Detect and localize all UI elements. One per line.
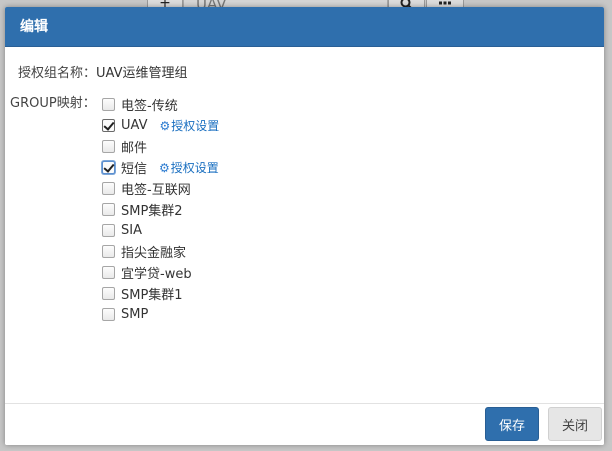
checkbox-label: SIA (121, 223, 142, 238)
dialog-title: 编辑 (5, 7, 604, 47)
close-button[interactable]: 关闭 (548, 407, 602, 441)
group-checkbox-item[interactable]: SMP集群1 (102, 283, 219, 304)
checkbox-label: 邮件 (121, 141, 148, 156)
checkbox[interactable] (102, 245, 115, 258)
group-checkbox-item[interactable]: 短信 ⚙ 授权设置 (102, 157, 219, 178)
group-name-label: 授权组名称： (18, 66, 97, 81)
checkbox[interactable] (102, 119, 115, 132)
gear-icon: ⚙ (159, 160, 170, 175)
checkbox[interactable] (102, 140, 115, 153)
checkbox-label: 电签-传统 (121, 99, 178, 114)
group-checkbox-item[interactable]: SMP集群2 (102, 199, 219, 220)
group-checkbox-item[interactable]: SMP (102, 304, 219, 325)
gear-icon: ⚙ (159, 118, 171, 133)
dialog-body: 授权组名称：UAV运维管理组 GROUP映射： 电签-传统 UAV ⚙ 授权设置 邮件短… (5, 47, 604, 403)
auth-settings-label: 授权设置 (171, 119, 220, 133)
checkbox-label: 宜学贷-web (121, 267, 192, 282)
edit-dialog: 编辑 授权组名称：UAV运维管理组 GROUP映射： 电签-传统 UAV ⚙ 授权设置… (5, 7, 604, 445)
auth-settings-link[interactable]: ⚙ 授权设置 (159, 117, 219, 134)
auth-settings-link[interactable]: ⚙ 授权设置 (159, 159, 219, 176)
checkbox[interactable] (102, 266, 115, 279)
checkbox-label: UAV (121, 118, 148, 133)
checkbox[interactable] (102, 308, 115, 321)
group-checkbox-item[interactable]: 电签-互联网 (102, 178, 219, 199)
group-checklist: 电签-传统 UAV ⚙ 授权设置 邮件 短信 ⚙ 授权设置 电签-互联网 SMP集群2 SIA 指尖金… (102, 94, 219, 325)
checkbox-label: SMP集群1 (121, 288, 183, 303)
checkbox[interactable] (102, 203, 115, 216)
group-checkbox-item[interactable]: 指尖金融家 (102, 241, 219, 262)
checkbox-label: 指尖金融家 (121, 246, 187, 261)
group-mapping-label: GROUP映射： (10, 96, 96, 111)
checkbox[interactable] (102, 224, 115, 237)
checkbox-label: SMP集群2 (121, 204, 183, 219)
group-name-value: UAV运维管理组 (96, 66, 188, 81)
dialog-footer: 保存 关闭 (5, 403, 604, 445)
group-checkbox-item[interactable]: 电签-传统 (102, 94, 219, 115)
group-checkbox-item[interactable]: SIA (102, 220, 219, 241)
auth-settings-label: 授权设置 (170, 161, 219, 175)
checkbox-label: SMP (121, 307, 149, 322)
save-button[interactable]: 保存 (485, 407, 539, 441)
checkbox[interactable] (102, 161, 115, 174)
checkbox[interactable] (102, 287, 115, 300)
group-name-row: 授权组名称：UAV运维管理组 (18, 62, 188, 81)
checkbox[interactable] (102, 98, 115, 111)
group-checkbox-item[interactable]: UAV ⚙ 授权设置 (102, 115, 219, 136)
group-checkbox-item[interactable]: 邮件 (102, 136, 219, 157)
checkbox-label: 短信 (121, 162, 148, 177)
checkbox[interactable] (102, 182, 115, 195)
group-checkbox-item[interactable]: 宜学贷-web (102, 262, 219, 283)
checkbox-label: 电签-互联网 (121, 183, 191, 198)
